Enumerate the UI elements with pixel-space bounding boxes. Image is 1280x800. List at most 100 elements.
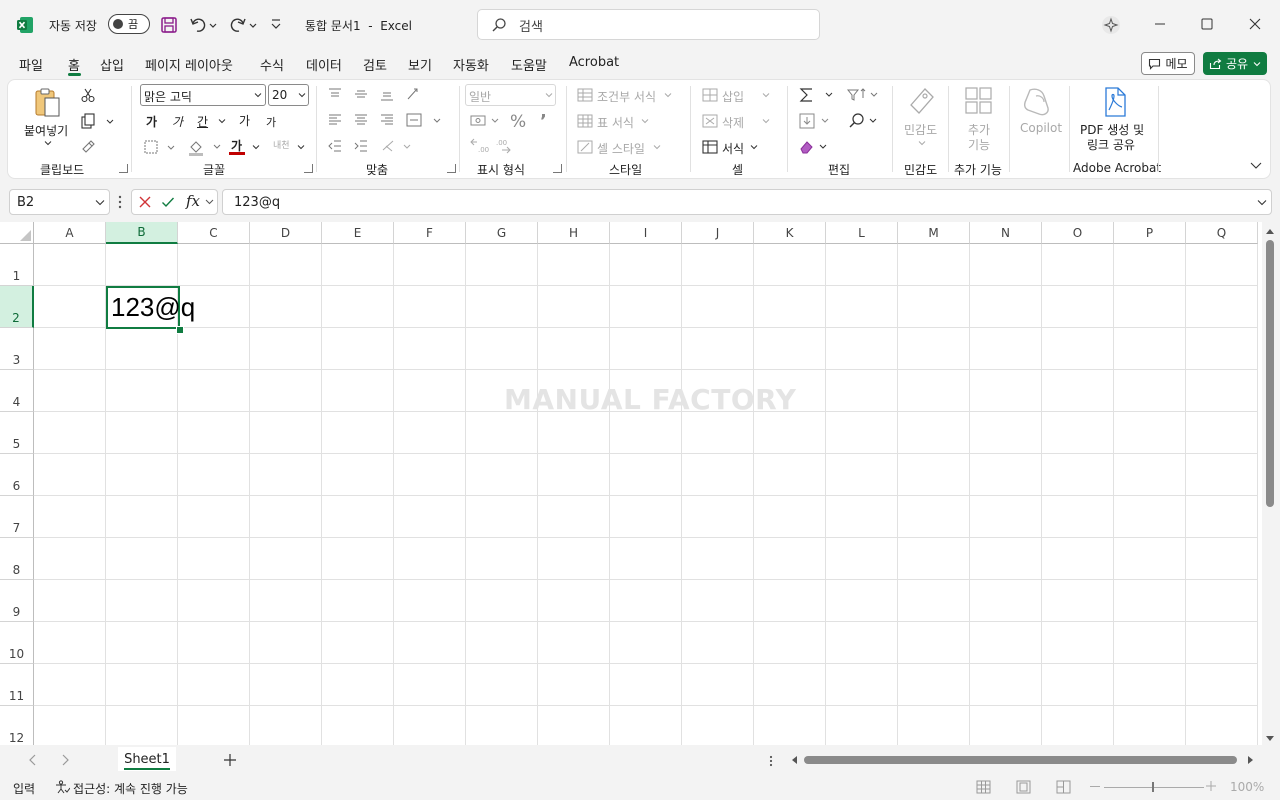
- cell-o11[interactable]: [1042, 664, 1114, 706]
- cell-o7[interactable]: [1042, 496, 1114, 538]
- cell-n2[interactable]: [970, 286, 1042, 328]
- font-size-select[interactable]: 20: [268, 84, 309, 106]
- cell-b6[interactable]: [106, 454, 178, 496]
- cell-m3[interactable]: [898, 328, 970, 370]
- zoom-out-icon[interactable]: [1090, 786, 1100, 787]
- cell-l2[interactable]: [826, 286, 898, 328]
- cell-b12[interactable]: [106, 706, 178, 745]
- cell-i7[interactable]: [610, 496, 682, 538]
- cell-j8[interactable]: [682, 538, 754, 580]
- cell-j1[interactable]: [682, 244, 754, 286]
- cell-f7[interactable]: [394, 496, 466, 538]
- cell-h2[interactable]: [538, 286, 610, 328]
- add-sheet-icon[interactable]: [223, 753, 237, 767]
- column-header-d[interactable]: D: [250, 222, 322, 244]
- row-header-2[interactable]: 2: [0, 286, 34, 328]
- cell-b5[interactable]: [106, 412, 178, 454]
- cell-k8[interactable]: [754, 538, 826, 580]
- column-header-h[interactable]: H: [538, 222, 610, 244]
- decrease-indent-icon[interactable]: [327, 138, 343, 154]
- row-header-5[interactable]: 5: [0, 412, 34, 454]
- cell-m9[interactable]: [898, 580, 970, 622]
- column-header-i[interactable]: I: [610, 222, 682, 244]
- cell-q12[interactable]: [1186, 706, 1258, 745]
- cell-n11[interactable]: [970, 664, 1042, 706]
- row-header-9[interactable]: 9: [0, 580, 34, 622]
- share-button[interactable]: 공유: [1203, 52, 1267, 75]
- cell-b1[interactable]: [106, 244, 178, 286]
- column-header-q[interactable]: Q: [1186, 222, 1258, 244]
- cell-o4[interactable]: [1042, 370, 1114, 412]
- cell-g8[interactable]: [466, 538, 538, 580]
- cell-f10[interactable]: [394, 622, 466, 664]
- align-middle-icon[interactable]: [353, 86, 369, 102]
- column-header-j[interactable]: J: [682, 222, 754, 244]
- cell-e7[interactable]: [322, 496, 394, 538]
- cell-h9[interactable]: [538, 580, 610, 622]
- number-launcher-icon[interactable]: [553, 164, 562, 173]
- cell-i3[interactable]: [610, 328, 682, 370]
- cell-b8[interactable]: [106, 538, 178, 580]
- cell-f8[interactable]: [394, 538, 466, 580]
- cell-k3[interactable]: [754, 328, 826, 370]
- cell-e8[interactable]: [322, 538, 394, 580]
- cell-d5[interactable]: [250, 412, 322, 454]
- cell-a12[interactable]: [34, 706, 106, 745]
- row-header-7[interactable]: 7: [0, 496, 34, 538]
- cell-h7[interactable]: [538, 496, 610, 538]
- cell-q11[interactable]: [1186, 664, 1258, 706]
- cell-m5[interactable]: [898, 412, 970, 454]
- column-header-l[interactable]: L: [826, 222, 898, 244]
- format-cells-button[interactable]: 서식: [722, 140, 744, 157]
- cell-d11[interactable]: [250, 664, 322, 706]
- scroll-left-icon[interactable]: [790, 755, 798, 765]
- font-name-select[interactable]: 맑은 고딕: [140, 84, 266, 106]
- align-left-icon[interactable]: [327, 112, 343, 128]
- tab-page-layout[interactable]: 페이지 레이아웃: [145, 55, 233, 74]
- cell-l11[interactable]: [826, 664, 898, 706]
- cell-a10[interactable]: [34, 622, 106, 664]
- cell-p4[interactable]: [1114, 370, 1186, 412]
- decrease-decimal-icon[interactable]: .00: [494, 138, 514, 154]
- cell-q1[interactable]: [1186, 244, 1258, 286]
- insert-function-button[interactable]: fx: [186, 192, 200, 210]
- cell-q8[interactable]: [1186, 538, 1258, 580]
- copy-icon[interactable]: [80, 113, 116, 129]
- merge-center-icon[interactable]: [405, 112, 445, 128]
- cell-e5[interactable]: [322, 412, 394, 454]
- cell-b9[interactable]: [106, 580, 178, 622]
- cell-m8[interactable]: [898, 538, 970, 580]
- underline-button[interactable]: 간: [197, 113, 208, 130]
- cell-k12[interactable]: [754, 706, 826, 745]
- tab-home[interactable]: 홈: [68, 55, 80, 74]
- row-header-1[interactable]: 1: [0, 244, 34, 286]
- paste-button[interactable]: 붙여넣기: [24, 122, 68, 139]
- align-center-icon[interactable]: [353, 112, 369, 128]
- tab-review[interactable]: 검토: [363, 55, 387, 74]
- cell-k5[interactable]: [754, 412, 826, 454]
- cell-g5[interactable]: [466, 412, 538, 454]
- cell-q5[interactable]: [1186, 412, 1258, 454]
- scroll-up-icon[interactable]: [1265, 227, 1275, 235]
- cell-j12[interactable]: [682, 706, 754, 745]
- cell-l6[interactable]: [826, 454, 898, 496]
- sort-filter-icon[interactable]: [845, 86, 881, 104]
- cell-a5[interactable]: [34, 412, 106, 454]
- percent-style-icon[interactable]: %: [510, 112, 526, 132]
- cell-a8[interactable]: [34, 538, 106, 580]
- cell-k9[interactable]: [754, 580, 826, 622]
- create-pdf-button-line2[interactable]: 링크 공유: [1087, 136, 1135, 153]
- tab-data[interactable]: 데이터: [306, 55, 342, 74]
- select-all-corner[interactable]: [0, 222, 34, 244]
- cell-o9[interactable]: [1042, 580, 1114, 622]
- cell-i8[interactable]: [610, 538, 682, 580]
- bold-button[interactable]: 가: [146, 113, 157, 130]
- expand-formula-chevron-icon[interactable]: [1257, 199, 1267, 206]
- cell-g3[interactable]: [466, 328, 538, 370]
- align-bottom-icon[interactable]: [379, 86, 395, 102]
- cell-e1[interactable]: [322, 244, 394, 286]
- cell-d10[interactable]: [250, 622, 322, 664]
- row-header-3[interactable]: 3: [0, 328, 34, 370]
- redo-icon[interactable]: [229, 16, 257, 34]
- save-icon[interactable]: [160, 16, 178, 34]
